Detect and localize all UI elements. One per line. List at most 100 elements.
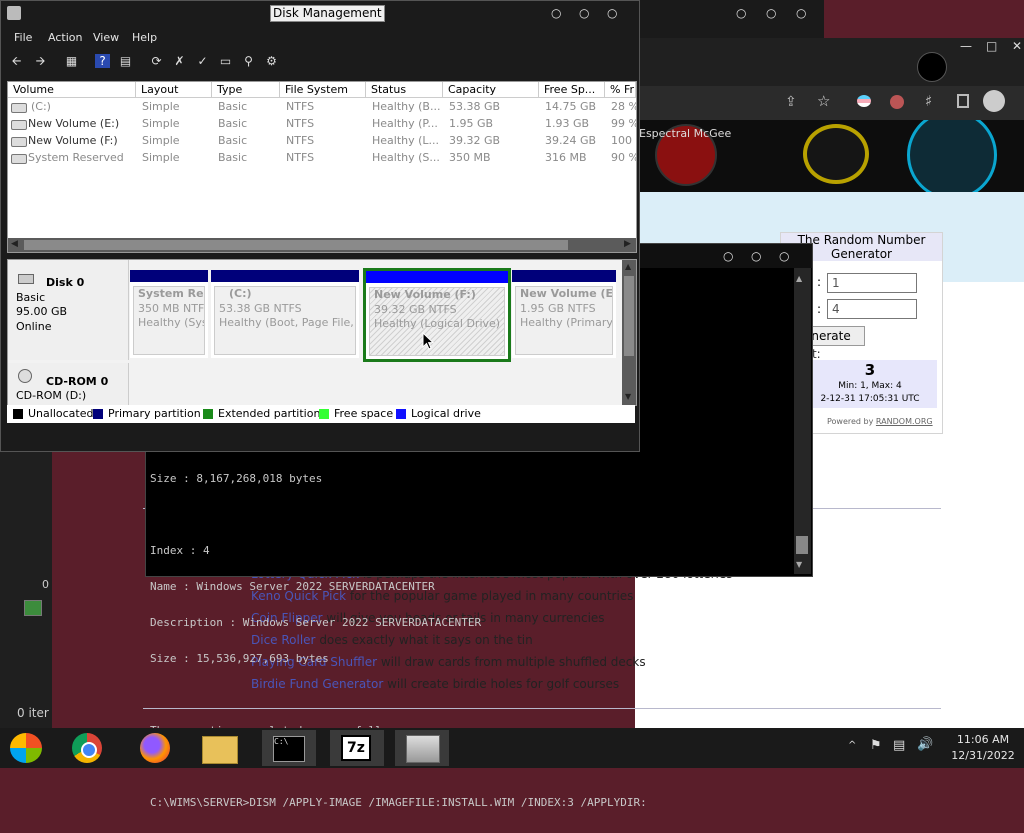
cdrom-0-label[interactable]: CD-ROM 0 CD-ROM (D:) [8,363,129,405]
menu-action[interactable]: Action [48,31,82,44]
cell-volume: System Reserved [28,151,124,164]
column-header-free-space[interactable]: Free Sp... [539,82,605,98]
table-row[interactable]: New Volume (E:) Simple Basic NTFS Health… [8,116,636,133]
taskbar-chrome[interactable] [60,730,114,766]
partition-f[interactable]: New Volume (F:) 39.32 GB NTFS Healthy (L… [363,268,511,362]
partition-title: New Volume (F:) [374,288,476,301]
disk-0-label[interactable]: Disk 0 Basic 95.00 GB Online [8,260,129,360]
minimize-icon[interactable]: — [960,39,972,53]
max-input[interactable]: 4 [827,299,917,319]
cmd-line: Size : 15,536,927,693 bytes [150,652,329,665]
scroll-up-icon[interactable]: ▲ [796,274,808,284]
properties-list-icon[interactable]: ▦ [64,54,79,68]
column-header-percent-free[interactable]: % Fr [605,82,636,98]
table-row[interactable]: New Volume (F:) Simple Basic NTFS Health… [8,133,636,150]
column-header-layout[interactable]: Layout [136,82,212,98]
chrome-center [81,742,97,758]
close-icon[interactable]: ✕ [1012,39,1022,53]
drive-icon [11,154,27,164]
bookmark-star-icon[interactable]: ☆ [817,92,830,110]
search-icon[interactable]: ⚲ [241,54,256,68]
cmd-line [150,509,790,521]
delete-icon[interactable]: ✗ [172,54,187,68]
account-icon[interactable] [983,90,1005,112]
menu-file[interactable]: File [14,31,32,44]
close-icon[interactable]: ○ [607,6,617,20]
minimize-icon[interactable]: ○ [736,6,746,20]
scroll-up-icon[interactable]: ▲ [625,262,631,271]
clock[interactable]: 11:06 AM 12/31/2022 [944,732,1022,764]
table-row[interactable]: (C:) Simple Basic NTFS Healthy (B... 53.… [8,99,636,116]
restore-icon[interactable]: □ [986,39,997,53]
view-icon[interactable]: ▤ [118,54,133,68]
cell-layout: Simple [142,134,180,147]
check-icon[interactable]: ✓ [195,54,210,68]
partition-c[interactable]: (C:) 53.38 GB NTFS Healthy (Boot, Page F… [211,270,359,358]
cell-capacity: 39.32 GB [449,134,501,147]
horizontal-scrollbar[interactable]: ◀ ▶ [8,238,636,252]
scroll-right-icon[interactable]: ▶ [624,239,631,249]
share-icon[interactable]: ⇪ [785,94,797,110]
min-input[interactable]: 1 [827,273,917,293]
cmd-scrollbar[interactable]: ▲ ▼ [794,268,811,574]
maximize-icon[interactable]: ○ [751,249,761,263]
side-panel-icon[interactable] [957,94,969,108]
maximize-icon[interactable]: ○ [579,6,589,20]
taskbar-firefox[interactable] [128,730,182,766]
scroll-down-icon[interactable]: ▼ [625,392,631,401]
close-icon[interactable]: ○ [779,249,789,263]
maximize-icon[interactable]: ○ [766,6,776,20]
volume-list: Volume Layout Type File System Status Ca… [7,81,637,253]
cell-layout: Simple [142,117,180,130]
open-folder-icon[interactable]: ▭ [218,54,233,68]
browser-toolbar: ⇪ ☆ ♯ [635,86,1024,120]
column-header-file-system[interactable]: File System [280,82,366,98]
taskbar-file-explorer[interactable] [192,730,246,766]
network-icon[interactable]: ▤ [893,738,905,753]
partition-e[interactable]: New Volume (E: 1.95 GB NTFS Healthy (Pri… [512,270,616,358]
cell-free-space: 14.75 GB [545,100,597,113]
volume-icon[interactable]: 🔊 [917,737,933,752]
partition-system-reserved[interactable]: System Rese 350 MB NTF Healthy (Sys [130,270,208,358]
extension-icon[interactable] [857,95,871,107]
settings-icon[interactable]: ⚙ [264,54,279,68]
cell-percent-free: 100 % [611,134,636,147]
taskbar-7zip[interactable]: 7z [330,730,384,766]
close-icon[interactable]: ○ [796,6,806,20]
column-header-status[interactable]: Status [366,82,443,98]
column-header-type[interactable]: Type [212,82,280,98]
help-icon[interactable]: ? [95,54,110,68]
clock-time: 11:06 AM [956,733,1010,746]
cell-free-space: 39.24 GB [545,134,597,147]
column-header-capacity[interactable]: Capacity [443,82,539,98]
table-row[interactable]: System Reserved Simple Basic NTFS Health… [8,150,636,167]
partition-status: Healthy (Boot, Page File, Cr [219,316,356,329]
result-timestamp: 2-12-31 17:05:31 UTC [820,394,920,404]
menu-help[interactable]: Help [132,31,157,44]
taskbar-cmd[interactable]: C:\ [262,730,316,766]
scroll-thumb[interactable] [796,536,808,554]
scroll-thumb[interactable] [624,276,634,356]
back-icon[interactable]: 🡨 [9,54,24,68]
profile-avatar[interactable] [917,52,947,82]
scroll-down-icon[interactable]: ▼ [796,560,808,570]
refresh-icon[interactable]: ⟳ [149,54,164,68]
scroll-thumb[interactable] [24,240,568,250]
flag-icon[interactable]: ⚑ [870,738,882,753]
chevron-up-icon[interactable]: ^ [848,740,856,751]
extension-icon[interactable] [890,95,904,109]
random-org-link[interactable]: RANDOM.ORG [876,417,933,426]
widget-title-text: The Random Number Generator [797,233,926,261]
menu-view[interactable]: View [93,31,119,44]
taskbar-disk-management[interactable] [395,730,449,766]
column-header-volume[interactable]: Volume [8,82,136,98]
minimize-icon[interactable]: ○ [551,6,561,20]
scroll-left-icon[interactable]: ◀ [11,239,18,249]
minimize-icon[interactable]: ○ [723,249,733,263]
vertical-scrollbar[interactable]: ▲ ▼ [622,260,636,405]
forward-icon[interactable]: 🡪 [33,54,48,68]
extensions-puzzle-icon[interactable]: ♯ [925,92,932,110]
drive-icon [11,103,27,113]
start-button[interactable] [0,730,54,766]
cmd-input-line[interactable]: C:\WIMS\SERVER>DISM /APPLY-IMAGE /IMAGEF… [150,797,790,809]
